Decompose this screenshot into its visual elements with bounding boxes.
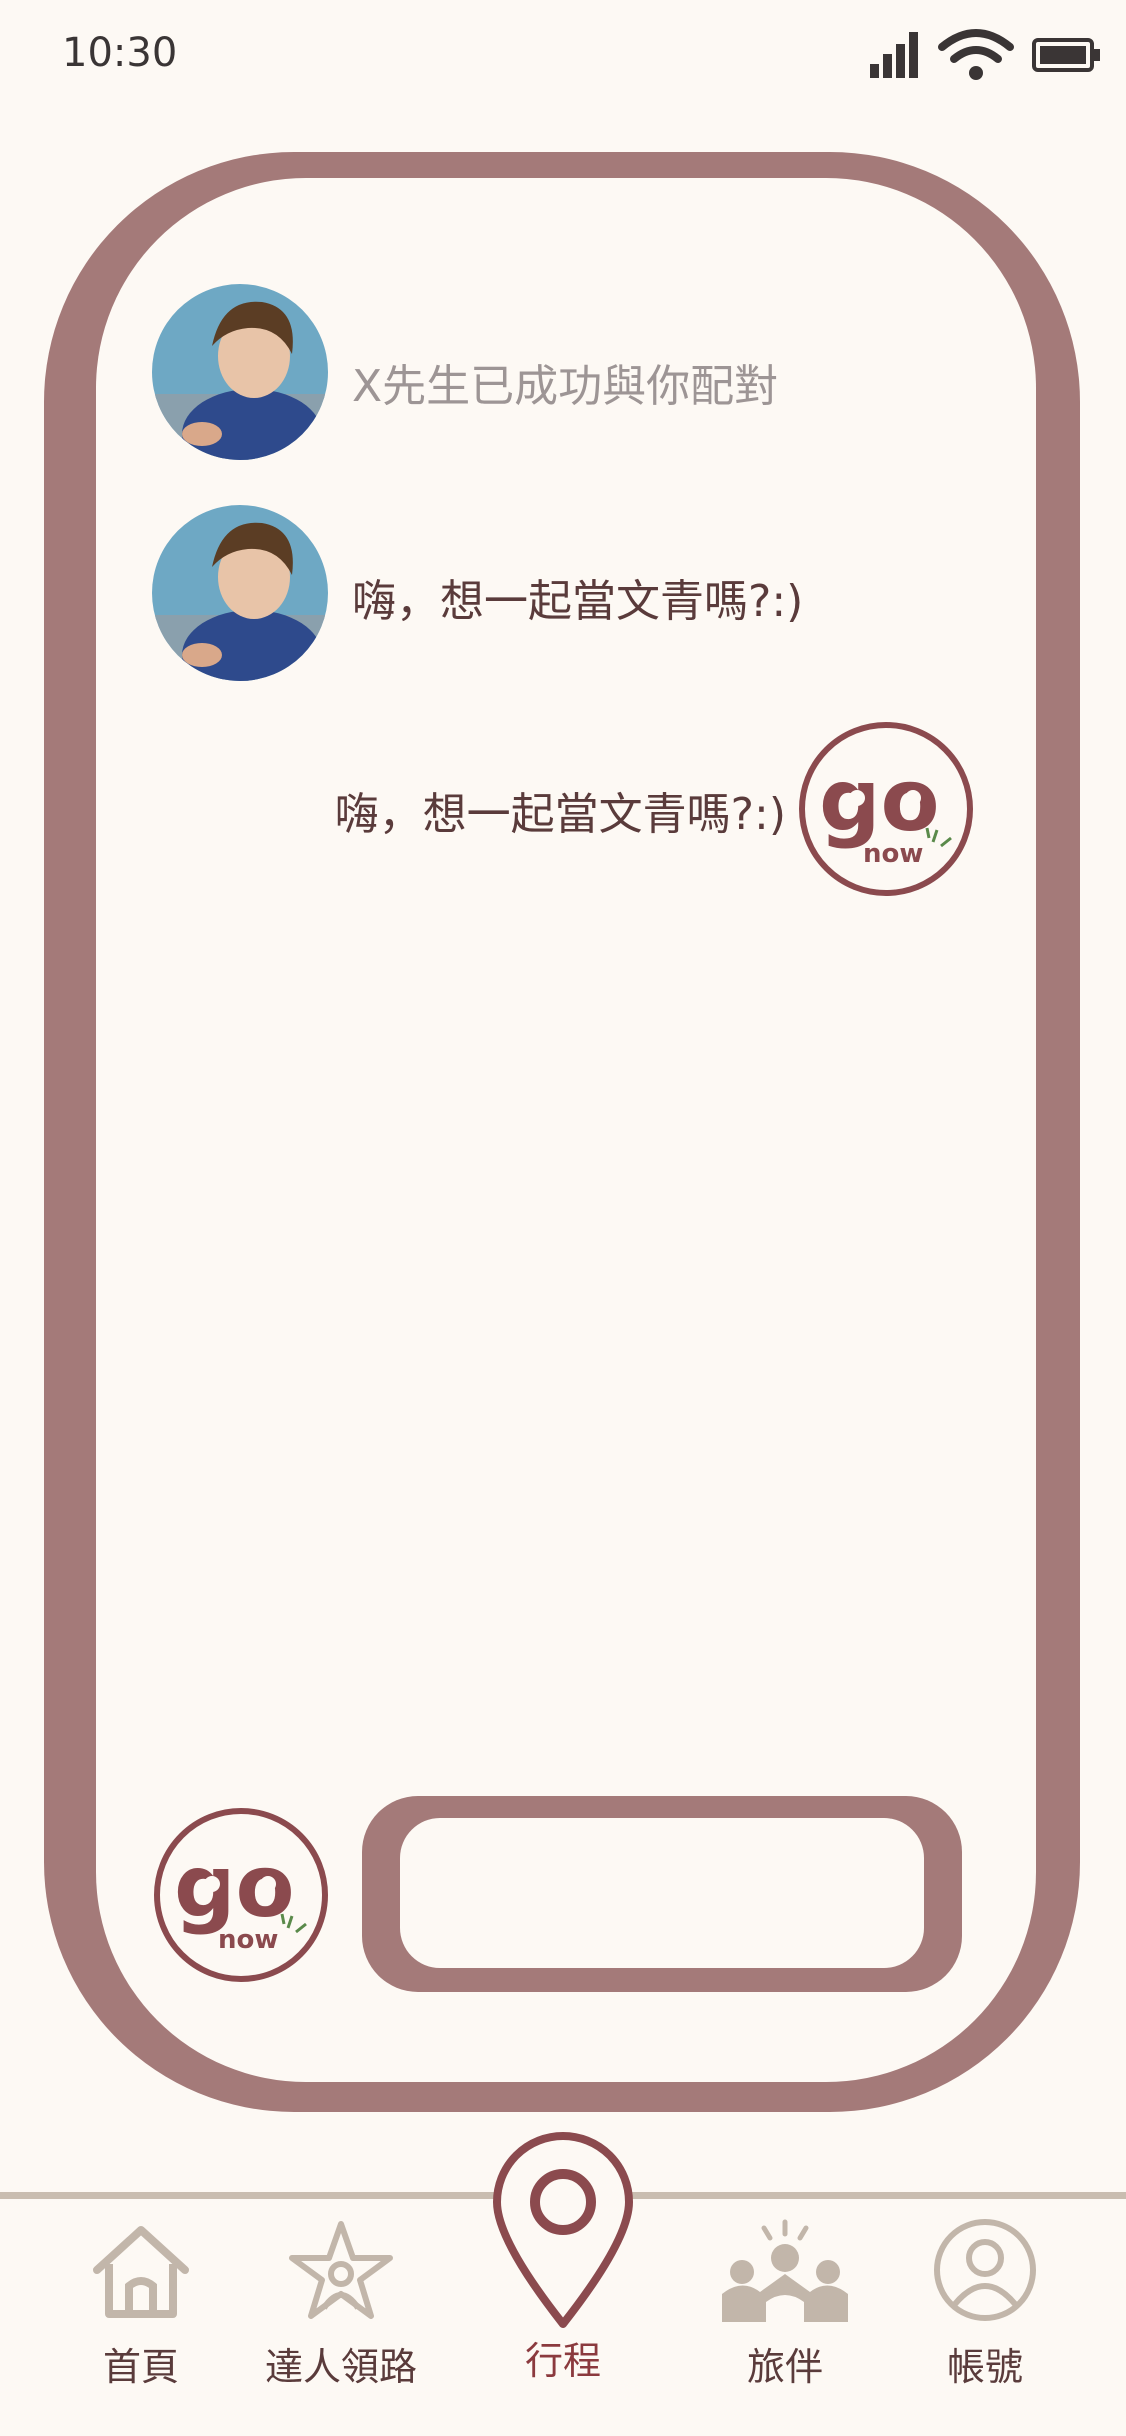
gonow-logo-avatar: go now [799, 722, 973, 896]
system-match-message: X先生已成功與你配對 [352, 361, 779, 412]
tab-label: 達人領路 [264, 2345, 417, 2389]
avatar[interactable] [152, 505, 328, 681]
account-icon [934, 2219, 1036, 2321]
tab-account[interactable]: 帳號 [895, 2218, 1075, 2391]
tab-label: 行程 [524, 2339, 601, 2383]
status-icons [870, 28, 1102, 82]
tab-guides[interactable]: 達人領路 [251, 2218, 431, 2391]
tab-home[interactable]: 首頁 [51, 2218, 231, 2391]
tab-label: 帳號 [946, 2345, 1023, 2389]
signal-icon [870, 32, 918, 78]
home-icon [93, 2226, 189, 2318]
avatar[interactable] [152, 284, 328, 460]
star-guide-icon [289, 2221, 393, 2319]
location-pin-icon [493, 2132, 633, 2328]
tab-itinerary[interactable]: 行程 [473, 2330, 653, 2385]
tab-label: 首頁 [102, 2345, 179, 2389]
message-input[interactable] [400, 1818, 924, 1968]
logo-text-small: now [218, 1925, 278, 1955]
companions-icon [722, 2219, 848, 2322]
gonow-logo-button[interactable]: go now [152, 1806, 330, 1984]
tab-companions[interactable]: 旅伴 [695, 2218, 875, 2391]
outgoing-message: 嗨，想一起當文青嗎?:) [334, 789, 786, 840]
battery-icon [1032, 38, 1100, 72]
status-time: 10:30 [62, 30, 178, 76]
logo-text-small: now [863, 839, 923, 869]
incoming-message: 嗨，想一起當文青嗎?:) [352, 576, 804, 627]
tab-label: 旅伴 [746, 2345, 823, 2389]
logo-text-big: go [174, 1837, 295, 1937]
logo-text-big: go [819, 751, 940, 851]
wifi-icon [938, 29, 1014, 80]
tab-itinerary-pin[interactable] [491, 2130, 635, 2330]
